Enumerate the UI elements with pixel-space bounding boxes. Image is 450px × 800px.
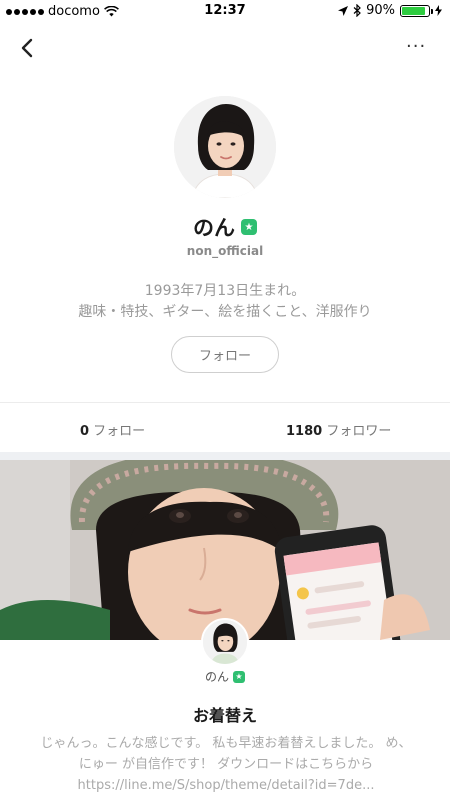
profile-bio-line-1: 1993年7月13日生まれ。 (144, 283, 306, 299)
post-author-name[interactable]: のん (205, 668, 229, 685)
avatar-portrait (174, 96, 276, 198)
battery-icon (400, 4, 433, 17)
chevron-left-icon (21, 38, 33, 58)
post-photo[interactable] (0, 460, 450, 640)
follow-stats: 0 フォロー 1180 フォロワー (0, 403, 450, 453)
followers-label: フォロワー (322, 424, 392, 439)
post-author-avatar[interactable] (201, 618, 249, 666)
profile-handle: non_official (186, 244, 264, 258)
profile-bio-line-2: 趣味・特技、ギター、絵を描くこと、洋服作り (78, 304, 372, 320)
more-horizontal-icon: ··· (406, 36, 427, 57)
section-separator (0, 452, 450, 460)
follow-button[interactable]: フォロー (171, 336, 279, 373)
location-arrow-icon (338, 5, 349, 16)
followers-stat[interactable]: 1180 フォロワー (286, 420, 391, 439)
more-options-button[interactable]: ··· (406, 36, 430, 60)
post-photo-image (0, 460, 450, 640)
following-label: フォロー (89, 424, 146, 439)
verified-badge-icon: ★ (241, 219, 257, 235)
post-body[interactable]: じゃんっ。こんな感じです。 私も早速お着替えしました。 め、にゅー が自信作です… (38, 733, 414, 796)
post-author-row: のん ★ (0, 668, 450, 685)
status-right: 90% (338, 3, 442, 18)
back-button[interactable] (16, 36, 40, 60)
charging-bolt-icon (435, 5, 442, 16)
following-count: 0 (80, 424, 90, 439)
following-stat[interactable]: 0 フォロー (80, 420, 145, 439)
battery-percent: 90% (366, 3, 395, 18)
profile-name-row: のん ★ (0, 212, 450, 242)
battery-level (402, 6, 426, 15)
verified-badge-icon: ★ (233, 670, 245, 683)
post-author-portrait (203, 620, 247, 664)
profile-name: のん (193, 216, 235, 240)
profile-avatar[interactable] (174, 96, 276, 198)
bluetooth-icon (353, 4, 361, 17)
followers-count: 1180 (286, 424, 323, 439)
post-title: お着替え (192, 706, 257, 725)
status-bar: docomo 12:37 90% (0, 0, 450, 24)
